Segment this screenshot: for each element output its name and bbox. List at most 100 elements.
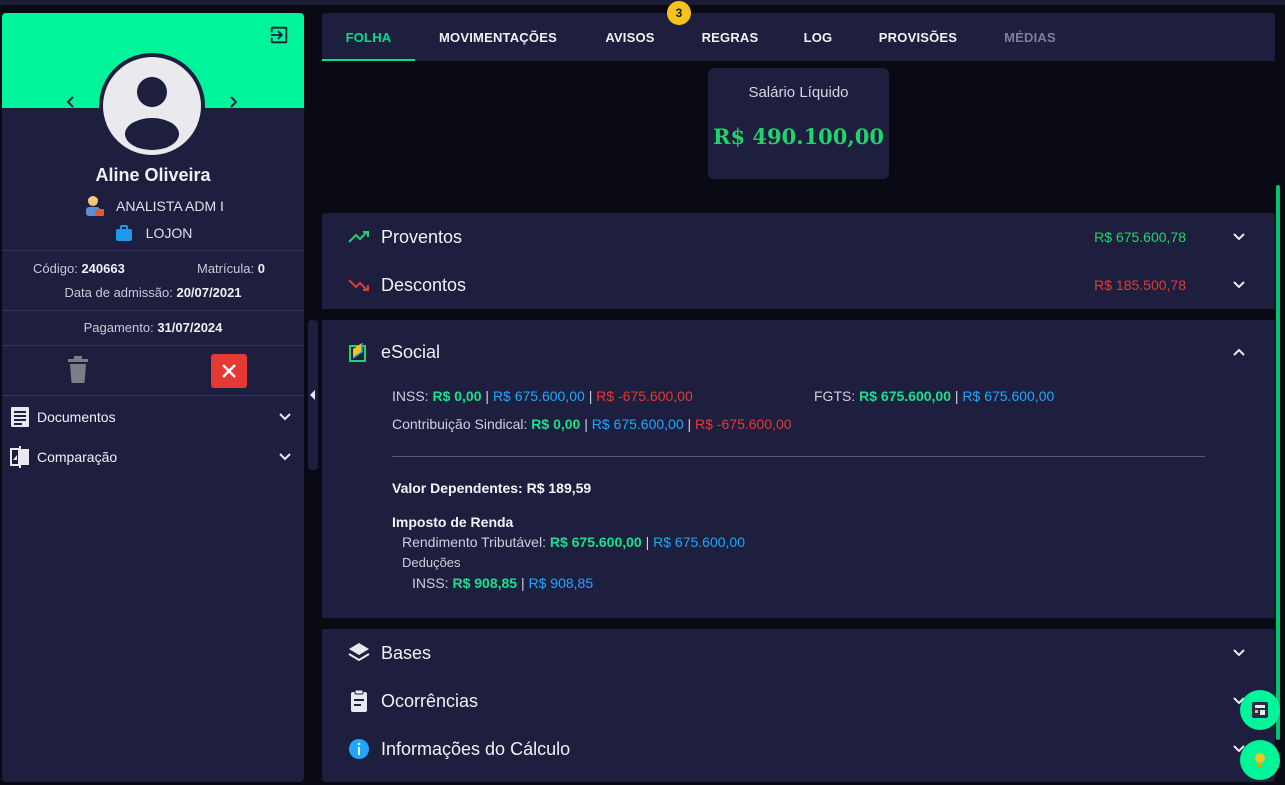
deducao-inss-value-b: R$ 908,85: [528, 575, 594, 591]
trending-up-icon: [348, 231, 369, 243]
tab-log[interactable]: LOG: [794, 13, 842, 61]
avisos-count-badge: 3: [667, 1, 691, 25]
chevron-down-icon: [1233, 281, 1245, 289]
deducao-inss-value-a: R$ 908,85: [452, 575, 518, 591]
payment-label: Pagamento:: [83, 320, 154, 335]
deducoes-inss-line: INSS: R$ 908,85 | R$ 908,85: [412, 575, 593, 591]
sidebar-item-label: Documentos: [37, 409, 116, 425]
chevron-left-icon: [310, 390, 315, 400]
proventos-title: Proventos: [381, 226, 463, 247]
chevron-down-icon: [279, 413, 291, 421]
avatar: [99, 53, 205, 159]
contribuicao-sindical-line: Contribuição Sindical: R$ 0,00 | R$ 675.…: [392, 416, 792, 432]
imposto-renda-title: Imposto de Renda: [392, 514, 514, 530]
divider: [392, 456, 1205, 457]
inss-label: INSS:: [392, 388, 429, 404]
chevron-down-icon: [279, 453, 291, 461]
tab-medias[interactable]: MÉDIAS: [994, 13, 1066, 61]
separator: |: [588, 388, 593, 404]
clipboard-icon: [351, 689, 367, 712]
separator: |: [584, 416, 588, 432]
main-tabs: FOLHA MOVIMENTAÇÕES AVISOS REGRAS LOG PR…: [322, 13, 1275, 61]
earnings-deductions-panel: Proventos R$ 675.600,78 Descontos R$ 185…: [322, 213, 1275, 309]
document-list-icon: [11, 407, 29, 427]
fgts-label: FGTS:: [814, 388, 856, 404]
employee-code: 240663: [81, 261, 125, 276]
inss-value-c: R$ -675.600,00: [596, 388, 693, 404]
deducao-inss-label: INSS:: [412, 575, 449, 591]
net-salary-value: R$ 490.100,00: [713, 124, 884, 149]
separator: |: [687, 416, 692, 432]
next-employee-icon[interactable]: [226, 95, 240, 109]
rendimento-tributavel-line: Rendimento Tributável: R$ 675.600,00 | R…: [402, 534, 745, 550]
tab-regras[interactable]: REGRAS: [694, 13, 766, 61]
separator: |: [520, 575, 525, 591]
layers-icon: [348, 643, 370, 662]
divider: [2, 250, 304, 251]
net-salary-card: Salário Líquido R$ 490.100,00: [708, 68, 889, 179]
rendimento-value-b: R$ 675.600,00: [653, 534, 745, 550]
separator: |: [645, 534, 650, 550]
esocial-header-row[interactable]: eSocial: [322, 328, 1275, 376]
employee-role: ANALISTA ADM I: [116, 198, 224, 214]
bases-title: Bases: [381, 642, 432, 663]
divider: [2, 395, 304, 396]
registration-label: Matrícula:: [197, 261, 255, 276]
tab-avisos[interactable]: AVISOS: [594, 13, 666, 61]
ocorrencias-row[interactable]: Ocorrências: [322, 677, 1275, 725]
chevron-up-icon: [1233, 348, 1245, 356]
esocial-title: eSocial: [381, 341, 441, 362]
calculator-icon: [1252, 702, 1268, 718]
previous-employee-icon[interactable]: [64, 95, 78, 109]
delete-button[interactable]: [211, 354, 247, 388]
tab-movimentacoes[interactable]: MOVIMENTAÇÕES: [428, 13, 568, 61]
other-sections-panel: Bases Ocorrências Informações do Cálculo: [322, 629, 1275, 782]
tab-provisoes[interactable]: PROVISÕES: [870, 13, 966, 61]
info-calculo-row[interactable]: Informações do Cálculo: [322, 725, 1275, 773]
inss-value-a: R$ 0,00: [432, 388, 482, 404]
admission-date: 20/07/2021: [176, 285, 242, 300]
compare-icon: [10, 446, 29, 468]
bases-row[interactable]: Bases: [322, 629, 1275, 677]
briefcase-icon: [115, 225, 132, 241]
employee-sidebar: Aline Oliveira ANALISTA ADM I LOJON Códi…: [2, 13, 304, 782]
logout-icon[interactable]: [268, 24, 290, 46]
descontos-row[interactable]: Descontos R$ 185.500,78: [322, 261, 1275, 309]
info-calculo-title: Informações do Cálculo: [381, 738, 571, 759]
employee-company-row: LOJON: [2, 223, 304, 243]
code-label: Código:: [33, 261, 78, 276]
esocial-logo-icon: [349, 343, 366, 362]
fgts-value-a: R$ 675.600,00: [859, 388, 951, 404]
ocorrencias-title: Ocorrências: [381, 690, 479, 711]
sidebar-item-documentos[interactable]: Documentos: [2, 402, 304, 432]
chevron-down-icon: [1233, 233, 1245, 241]
sindical-label: Contribuição Sindical:: [392, 416, 528, 432]
proventos-value: R$ 675.600,78: [1094, 229, 1186, 245]
separator: |: [954, 388, 959, 404]
rendimento-value-a: R$ 675.600,00: [549, 534, 642, 550]
active-tab-indicator: [322, 59, 415, 61]
proventos-row[interactable]: Proventos R$ 675.600,78: [322, 213, 1275, 261]
rendimento-label: Rendimento Tributável:: [402, 534, 546, 550]
tips-fab-button[interactable]: [1240, 740, 1280, 780]
calculator-fab-button[interactable]: [1240, 690, 1280, 730]
sidebar-item-comparacao[interactable]: Comparação: [2, 442, 304, 472]
employee-registration: 0: [257, 261, 265, 276]
employee-company: LOJON: [145, 225, 193, 241]
deducoes-label: Deduções: [402, 555, 461, 570]
divider: [2, 345, 304, 346]
sidebar-collapse-handle[interactable]: [308, 320, 318, 470]
info-icon: [349, 739, 369, 759]
inss-value-b: R$ 675.600,00: [492, 388, 585, 404]
admission-row: Data de admissão: 20/07/2021: [2, 285, 304, 300]
tab-folha[interactable]: FOLHA: [322, 13, 415, 61]
esocial-panel: eSocial INSS: R$ 0,00 | R$ 675.600,00 | …: [322, 320, 1275, 618]
net-salary-label: Salário Líquido: [748, 84, 849, 101]
chevron-down-icon: [1233, 649, 1245, 657]
sindical-value-b: R$ 675.600,00: [591, 416, 684, 432]
top-bar-line: [0, 0, 1285, 5]
scrollbar[interactable]: [1276, 185, 1280, 740]
sindical-value-a: R$ 0,00: [531, 416, 581, 432]
trash-icon[interactable]: [66, 356, 90, 384]
admission-label: Data de admissão:: [64, 285, 173, 300]
